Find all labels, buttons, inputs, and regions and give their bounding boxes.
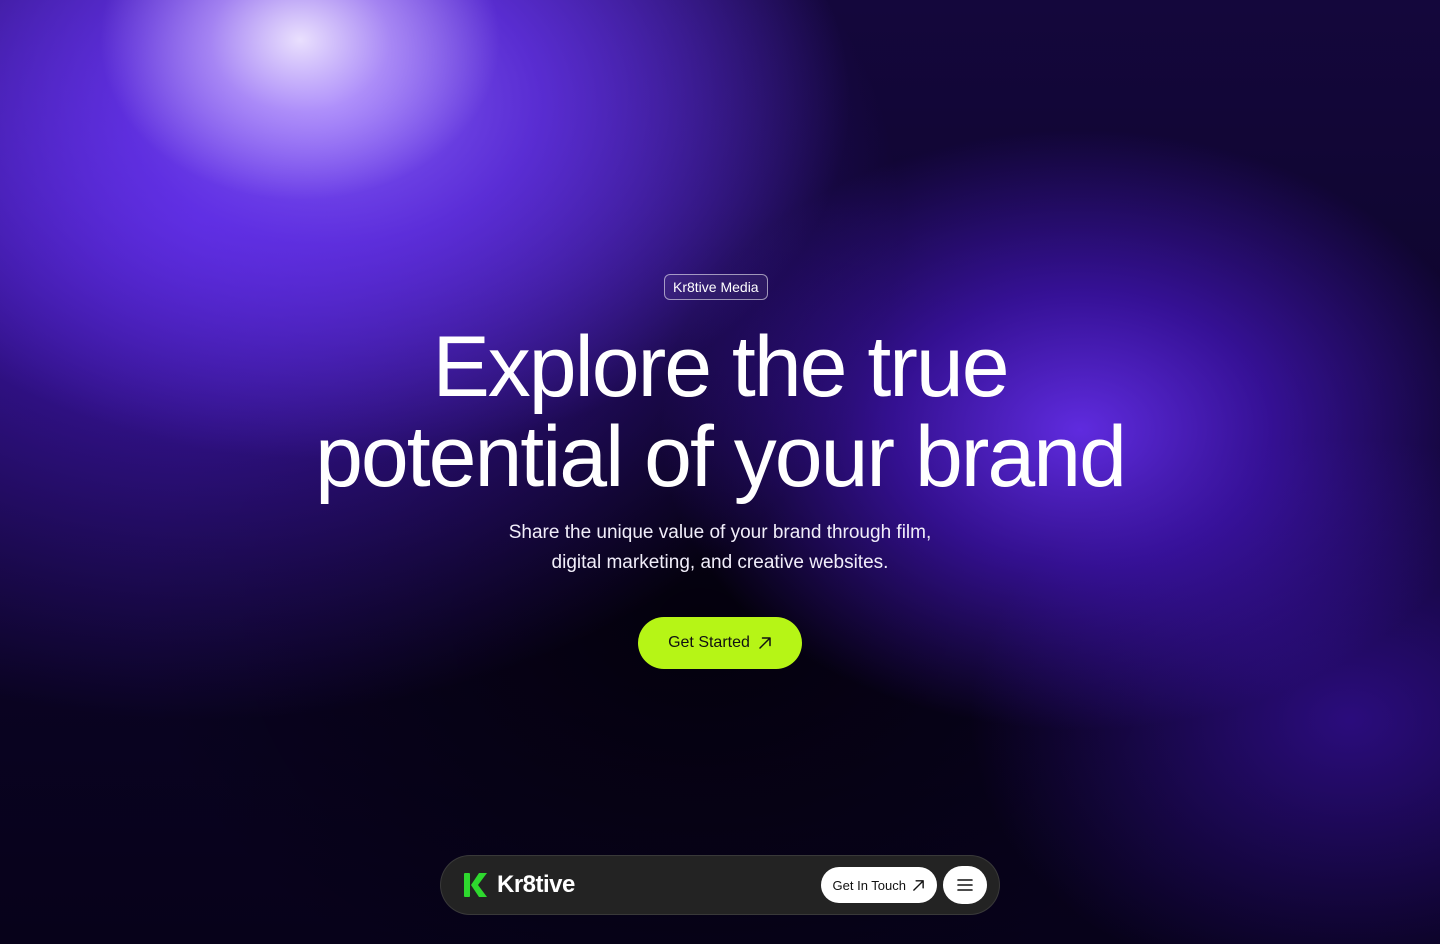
subtitle-line-1: Share the unique value of your brand thr…	[508, 522, 932, 543]
arrow-up-right-icon	[913, 879, 924, 891]
hero-subtitle: Share the unique value of your brand thr…	[0, 518, 1440, 578]
get-in-touch-button[interactable]: Get In Touch	[820, 867, 937, 903]
headline-line-1: Explore the true	[432, 319, 1009, 415]
hamburger-menu-icon	[957, 879, 973, 891]
kr8tive-k-logo-icon	[464, 873, 487, 897]
brand-logo-link[interactable]: Kr8tive	[463, 871, 575, 899]
hero-page: Kr8tive Media Explore the true potential…	[0, 0, 1440, 944]
get-started-label: Get Started	[668, 634, 750, 651]
menu-button[interactable]	[943, 866, 987, 904]
headline-line-2: potential of your brand	[315, 409, 1127, 505]
bottom-navbar: Kr8tive Get In Touch	[440, 855, 1000, 915]
subtitle-line-2: digital marketing, and creative websites…	[551, 552, 889, 573]
arrow-up-right-icon	[759, 637, 771, 649]
brand-name: Kr8tive	[497, 871, 575, 898]
get-started-button[interactable]: Get Started	[638, 617, 802, 669]
get-in-touch-label: Get In Touch	[832, 877, 906, 893]
brand-tag: Kr8tive Media	[664, 274, 768, 300]
hero-headline: Explore the true potential of your brand	[0, 322, 1440, 502]
